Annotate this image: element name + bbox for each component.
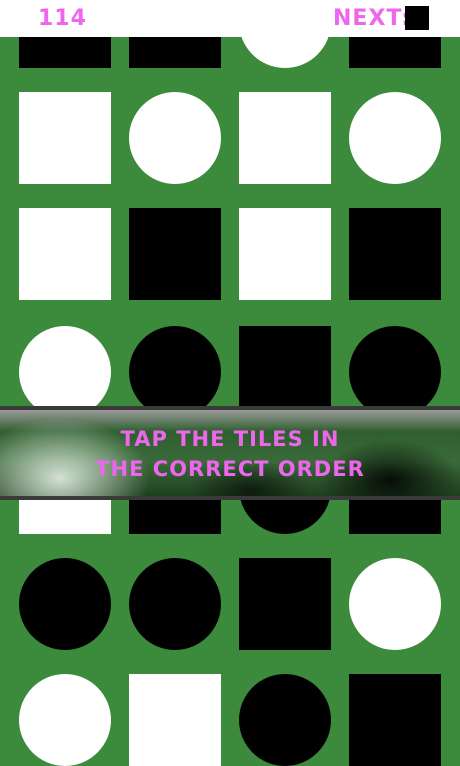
tile-black-square[interactable] <box>349 674 441 766</box>
tile-white-circle[interactable] <box>349 558 441 650</box>
tile-black-square[interactable] <box>349 208 441 300</box>
game-board <box>0 0 460 766</box>
tile-white-circle[interactable] <box>19 674 111 766</box>
instruction-line-2: THE CORRECT ORDER <box>95 457 365 481</box>
tile-black-square[interactable] <box>239 326 331 418</box>
tile-black-circle[interactable] <box>129 326 221 418</box>
tile-white-circle[interactable] <box>19 326 111 418</box>
tile-black-circle[interactable] <box>239 674 331 766</box>
instruction-banner: TAP THE TILES IN THE CORRECT ORDER <box>0 406 460 500</box>
instruction-line-1: TAP THE TILES IN <box>120 427 340 451</box>
tile-white-square[interactable] <box>19 208 111 300</box>
top-bar: 114 NEXT: <box>0 0 460 37</box>
tile-white-square[interactable] <box>129 674 221 766</box>
tile-black-square[interactable] <box>129 208 221 300</box>
tile-black-circle[interactable] <box>349 326 441 418</box>
next-tile-preview <box>405 6 429 30</box>
tile-white-square[interactable] <box>239 208 331 300</box>
tile-white-square[interactable] <box>19 92 111 184</box>
tile-black-square[interactable] <box>239 558 331 650</box>
score-counter: 114 <box>38 6 87 31</box>
next-label: NEXT: <box>333 6 412 31</box>
tile-white-circle[interactable] <box>129 92 221 184</box>
tile-black-circle[interactable] <box>19 558 111 650</box>
tile-white-square[interactable] <box>239 92 331 184</box>
tile-white-circle[interactable] <box>349 92 441 184</box>
tile-black-circle[interactable] <box>129 558 221 650</box>
